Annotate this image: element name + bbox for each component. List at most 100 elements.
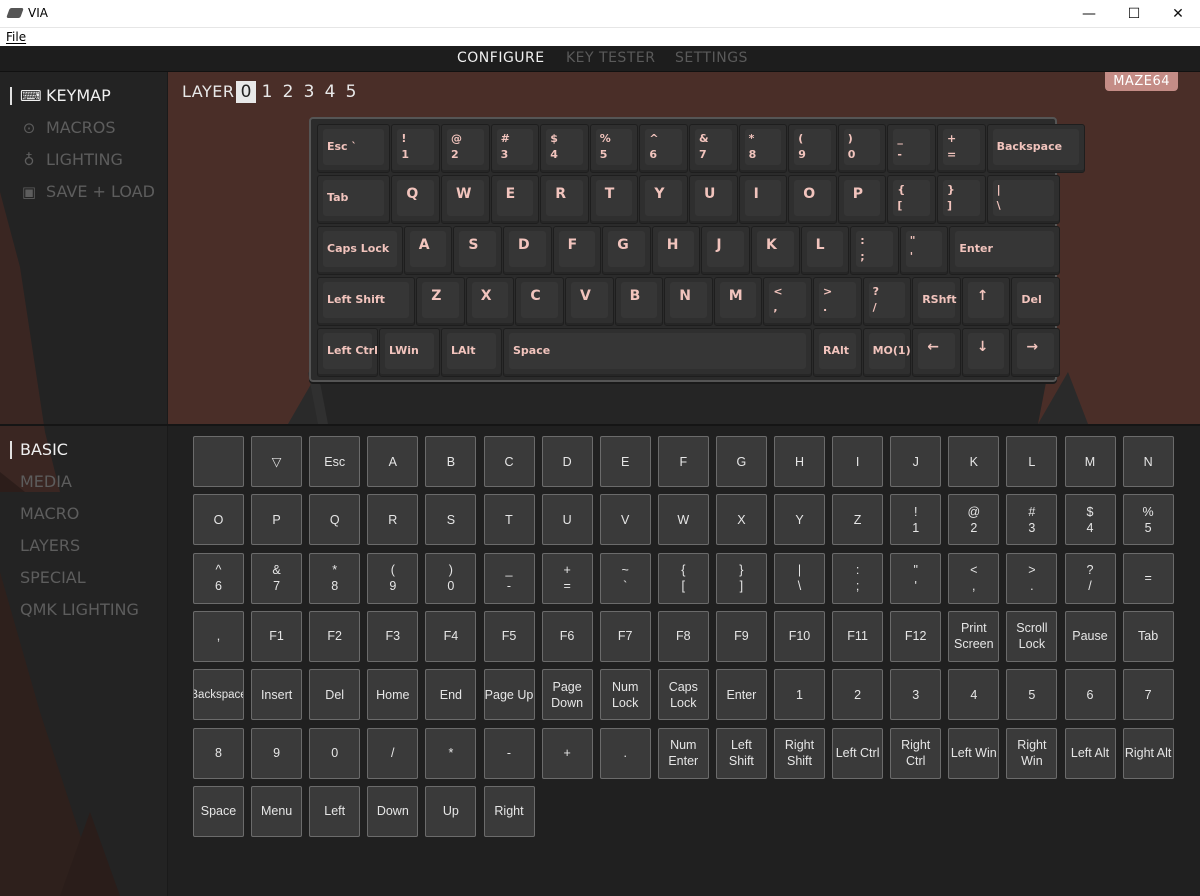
keymap-key[interactable]: RAlt [813,328,862,377]
keycode-button[interactable]: Up [425,785,477,837]
keycode-button[interactable]: W [657,494,709,546]
keycode-button[interactable]: _ - [483,552,535,604]
keymap-key[interactable]: Backspace [986,124,1085,173]
keymap-key[interactable]: Esc ` [317,124,391,173]
keymap-key[interactable]: O [788,175,837,224]
keycode-button[interactable]: I [832,436,884,487]
keycode-button[interactable]: B [425,436,477,487]
tab-settings[interactable]: SETTINGS [675,50,748,66]
keycode-button[interactable]: * 8 [309,552,361,604]
keycode-button[interactable]: Insert [251,669,303,721]
keymap-key[interactable]: Z [416,277,465,326]
layer-5-button[interactable]: 5 [341,81,361,103]
keycode-button[interactable]: F4 [425,610,477,662]
keycode-button[interactable]: : ; [832,552,884,604]
keycode-button[interactable]: R [367,494,419,546]
keycode-button[interactable]: Space [193,785,244,837]
keycode-button[interactable]: E [599,436,651,487]
layer-4-button[interactable]: 4 [320,81,340,103]
keymap-key[interactable]: Caps Lock [317,226,403,275]
keycode-button[interactable]: Scroll Lock [1006,610,1058,662]
keymap-key[interactable]: ^ 6 [639,124,688,173]
keycode-button[interactable]: F8 [657,610,709,662]
keycode-button[interactable]: ! 1 [890,494,942,546]
keycode-button[interactable]: F9 [715,610,767,662]
keycode-button[interactable]: 0 [309,727,361,779]
keycode-button[interactable]: ▽ [251,436,303,487]
keycode-button[interactable]: X [715,494,767,546]
keycode-button[interactable]: Right Shift [774,727,825,779]
keycode-button[interactable]: P [251,494,303,546]
keycode-button[interactable]: Caps Lock [657,669,709,721]
keymap-key[interactable]: Del [1011,277,1060,326]
keycode-button[interactable]: 4 [948,669,1000,721]
layer-2-button[interactable]: 2 [278,81,298,103]
keymap-key[interactable]: ) 0 [837,124,887,173]
keycode-button[interactable]: 9 [251,727,303,779]
keycode-button[interactable]: * [425,727,477,779]
keymap-key[interactable]: Q [391,175,440,224]
maximize-button[interactable]: ☐ [1112,0,1156,28]
keycode-button[interactable]: D [541,436,593,487]
keycode-button[interactable]: S [425,494,477,546]
keymap-key[interactable]: {[ [887,175,936,224]
keycode-button[interactable]: & 7 [251,552,303,604]
keycode-button[interactable]: F2 [309,610,361,662]
tab-key-tester[interactable]: KEY TESTER [566,50,655,66]
keycode-button[interactable]: # 3 [1006,494,1058,546]
keymap-key[interactable]: }] [937,175,986,224]
keycode-button[interactable]: Y [774,494,825,546]
keymap-key[interactable]: G [602,226,651,275]
keymap-key[interactable]: S [453,226,502,275]
keycode-button[interactable]: Page Up [483,669,535,721]
tab-configure[interactable]: CONFIGURE [457,50,545,66]
keycode-button[interactable]: M [1064,436,1116,487]
keycode-button[interactable]: F7 [599,610,651,662]
keycode-button[interactable]: G [715,436,767,487]
keymap-key[interactable]: Y [639,175,688,224]
layer-1-button[interactable]: 1 [257,81,277,103]
keycode-button[interactable]: Z [832,494,884,546]
keycode-button[interactable]: F6 [541,610,593,662]
keymap-key[interactable]: Enter [949,226,1060,275]
keymap-key[interactable]: _ - [887,124,936,173]
keycode-button[interactable]: + [541,727,593,779]
keycode-button[interactable]: . [599,727,651,779]
keycode-button[interactable]: Right Ctrl [890,727,942,779]
keycode-button[interactable]: F12 [890,610,942,662]
keymap-key[interactable]: MO(1) [862,328,912,377]
keycode-button[interactable]: N [1122,436,1174,487]
keycode-button[interactable]: Right Win [1006,727,1058,779]
keymap-key[interactable]: Space [503,328,812,377]
keymap-key[interactable]: P [837,175,887,224]
keycode-button[interactable]: Q [309,494,361,546]
keycode-button[interactable]: | \ [774,552,825,604]
keycode-button[interactable]: ( 9 [367,552,419,604]
keymap-key[interactable]: (9 [788,124,837,173]
sidebar-item-save-load[interactable]: ▣ SAVE + LOAD [20,182,155,201]
keymap-key[interactable]: $4 [540,124,589,173]
keycode-button[interactable]: Left Win [948,727,1000,779]
keycode-button[interactable]: Down [367,785,419,837]
category-macro[interactable]: MACRO [20,504,79,523]
keycode-button[interactable]: " ' [890,552,942,604]
keycode-button[interactable]: / [367,727,419,779]
keycode-button[interactable]: J [890,436,942,487]
keymap-key[interactable]: R [540,175,589,224]
keycode-button[interactable]: Left Alt [1064,727,1116,779]
keycode-button[interactable]: Right Alt [1122,727,1174,779]
layer-0-button[interactable]: 0 [236,81,256,103]
keycode-button[interactable]: U [541,494,593,546]
keycode-button[interactable] [193,436,244,487]
keymap-key[interactable]: @2 [441,124,490,173]
keycode-button[interactable]: 3 [890,669,942,721]
keycode-button[interactable]: L [1006,436,1058,487]
keymap-key[interactable]: + = [937,124,986,173]
category-qmk-lighting[interactable]: QMK LIGHTING [20,600,139,619]
keycode-button[interactable]: } ] [715,552,767,604]
sidebar-item-keymap[interactable]: ⌨ KEYMAP [10,86,111,105]
keycode-button[interactable]: Right [483,785,535,837]
keycode-button[interactable]: ) 0 [425,552,477,604]
keycode-button[interactable]: A [367,436,419,487]
keymap-key[interactable]: I [738,175,788,224]
